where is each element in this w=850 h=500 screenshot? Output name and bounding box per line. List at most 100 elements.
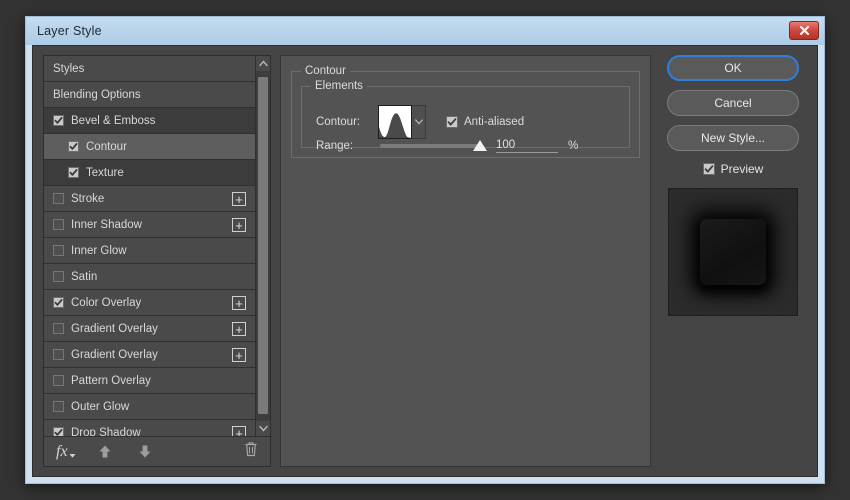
antialiased-checkbox-box (446, 116, 458, 128)
scroll-up-button[interactable] (256, 56, 270, 71)
preview-shape (700, 219, 766, 285)
trash-icon (245, 442, 257, 457)
effect-checkbox[interactable] (53, 427, 64, 436)
ok-button[interactable]: OK (667, 55, 799, 81)
fx-label: fx (56, 442, 68, 460)
chevron-up-icon (258, 60, 268, 67)
effect-checkbox[interactable] (68, 167, 79, 178)
scrollbar-track[interactable] (256, 71, 270, 421)
style-list-item-contour[interactable]: Contour (44, 134, 255, 160)
contour-group-title: Contour (301, 65, 350, 77)
effect-checkbox[interactable] (53, 375, 64, 386)
add-effect-button[interactable]: + (232, 192, 246, 206)
style-list-item-label: Stroke (71, 192, 105, 205)
elements-group: Elements Contour: Anti-aliased Range: 10… (301, 80, 630, 153)
chevron-down-icon (414, 119, 423, 125)
checkmark-icon (54, 117, 63, 124)
arrow-up-icon (99, 445, 111, 458)
style-list-item-texture[interactable]: Texture (44, 160, 255, 186)
antialiased-checkbox[interactable]: Anti-aliased (446, 116, 524, 128)
style-list-item-label: Contour (86, 140, 127, 153)
style-list-item-label: Satin (71, 270, 98, 283)
contour-dropdown-button[interactable] (412, 105, 426, 139)
style-list-item-label: Gradient Overlay (71, 348, 158, 361)
styles-list[interactable]: Styles Blending Options Bevel & Emboss Cont… (44, 56, 255, 436)
new-style-button[interactable]: New Style... (667, 125, 799, 151)
style-list-item-bevel-emboss[interactable]: Bevel & Emboss (44, 108, 255, 134)
contour-curve-thumbnail[interactable] (378, 105, 412, 139)
style-list-item-inner-glow[interactable]: Inner Glow (44, 238, 255, 264)
title-bar[interactable]: Layer Style (26, 17, 824, 45)
preview-checkbox-box (702, 163, 715, 175)
close-button[interactable] (789, 21, 819, 40)
effect-checkbox[interactable] (53, 219, 64, 230)
actions-panel: OK Cancel New Style... Preview (659, 55, 807, 467)
antialiased-label: Anti-aliased (464, 116, 525, 128)
effect-checkbox[interactable] (53, 349, 64, 360)
checkmark-icon (54, 299, 63, 306)
style-list-item-label: Blending Options (53, 88, 141, 101)
style-list-item-stroke[interactable]: Stroke + (44, 186, 255, 212)
range-slider-thumb[interactable] (473, 140, 487, 151)
style-list-item-satin[interactable]: Satin (44, 264, 255, 290)
style-list-item-outer-glow[interactable]: Outer Glow (44, 394, 255, 420)
style-list-item-label: Drop Shadow (71, 426, 141, 437)
layer-style-dialog: Layer Style Styles Blending Options Bevel … (25, 16, 825, 484)
style-list-item-drop-shadow[interactable]: Drop Shadow + (44, 420, 255, 436)
fx-menu-button[interactable]: fx (56, 442, 76, 460)
cancel-button[interactable]: Cancel (667, 90, 799, 116)
style-list-item-pattern-overlay[interactable]: Pattern Overlay (44, 368, 255, 394)
checkmark-icon (69, 169, 78, 176)
effect-checkbox[interactable] (53, 401, 64, 412)
effect-checkbox[interactable] (53, 271, 64, 282)
elements-group-title: Elements (311, 80, 367, 92)
add-effect-button[interactable]: + (232, 218, 246, 232)
styles-panel: Styles Blending Options Bevel & Emboss Cont… (43, 55, 271, 467)
add-effect-button[interactable]: + (232, 348, 246, 362)
effect-checkbox[interactable] (53, 193, 64, 204)
style-list-item-styles: Styles (44, 56, 255, 82)
style-list-item-blending-options[interactable]: Blending Options (44, 82, 255, 108)
preview-checkbox[interactable]: Preview (702, 162, 763, 176)
range-value-input[interactable]: 100 (496, 139, 558, 153)
style-list-item-label: Pattern Overlay (71, 374, 151, 387)
effect-checkbox[interactable] (53, 245, 64, 256)
add-effect-button[interactable]: + (232, 322, 246, 336)
move-down-button[interactable] (138, 444, 152, 459)
scroll-down-button[interactable] (256, 421, 270, 436)
style-list-item-label: Inner Shadow (71, 218, 142, 231)
add-effect-button[interactable]: + (232, 296, 246, 310)
contour-settings-panel: Contour Elements Contour: Anti-aliased R… (280, 55, 651, 467)
range-slider[interactable] (380, 140, 487, 151)
style-list-item-label: Bevel & Emboss (71, 114, 156, 127)
scrollbar-thumb[interactable] (258, 77, 268, 414)
range-label: Range: (316, 140, 354, 152)
add-effect-button[interactable]: + (232, 426, 246, 436)
layer-preview-thumbnail (668, 188, 798, 316)
effect-checkbox[interactable] (53, 297, 64, 308)
fx-dropdown-icon (69, 453, 76, 458)
style-list-item-inner-shadow[interactable]: Inner Shadow + (44, 212, 255, 238)
checkmark-icon (54, 429, 63, 436)
move-up-button[interactable] (98, 444, 112, 459)
contour-group: Contour Elements Contour: Anti-aliased R… (291, 65, 640, 158)
style-list-item-label: Texture (86, 166, 124, 179)
style-list-item-gradient-overlay[interactable]: Gradient Overlay + (44, 316, 255, 342)
chevron-down-icon (258, 425, 268, 432)
contour-label: Contour: (316, 116, 361, 128)
close-x-icon (799, 25, 809, 36)
style-list-item-label: Gradient Overlay (71, 322, 158, 335)
style-list-item-label: Color Overlay (71, 296, 142, 309)
style-list-item-color-overlay[interactable]: Color Overlay + (44, 290, 255, 316)
effect-checkbox[interactable] (53, 323, 64, 334)
range-row: Range: 100 % (316, 139, 578, 153)
styles-list-wrap: Styles Blending Options Bevel & Emboss Cont… (44, 56, 270, 436)
style-list-item-gradient-overlay[interactable]: Gradient Overlay + (44, 342, 255, 368)
delete-effect-button[interactable] (244, 441, 258, 462)
window-title: Layer Style (37, 24, 102, 38)
effect-checkbox[interactable] (53, 115, 64, 126)
style-list-item-label: Inner Glow (71, 244, 127, 257)
effect-checkbox[interactable] (68, 141, 79, 152)
arrow-down-icon (139, 445, 151, 458)
styles-scrollbar[interactable] (255, 56, 270, 436)
